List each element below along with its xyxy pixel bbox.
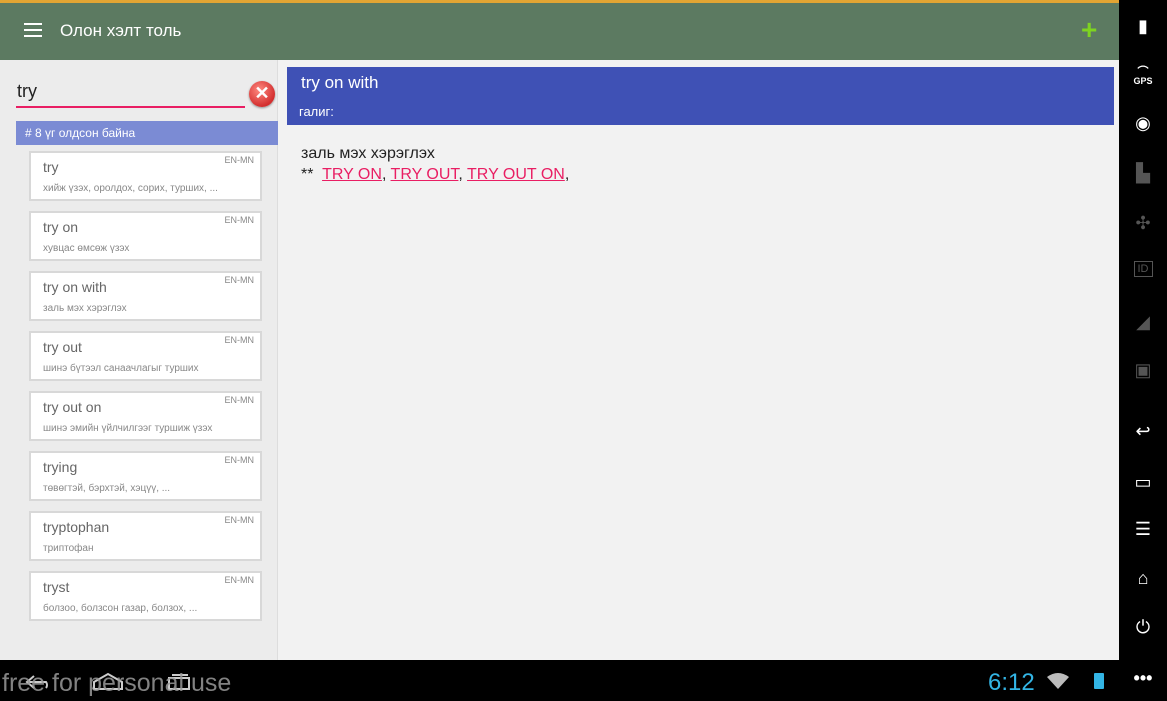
language-badge: EN-MN bbox=[224, 335, 255, 345]
gps-icon[interactable]: ⌒ GPS bbox=[1119, 67, 1167, 87]
list-item[interactable]: try out EN-MN шинэ бүтээл санаачлагыг ту… bbox=[29, 331, 262, 381]
battery-status-icon bbox=[1094, 673, 1104, 689]
word-definition: хувцас өмсөж үзэх bbox=[43, 243, 130, 254]
home-icon[interactable]: ⌂ bbox=[1119, 568, 1167, 589]
word-title: tryst bbox=[43, 579, 70, 595]
list-item[interactable]: tryst EN-MN болзоо, болзсон газар, болзо… bbox=[29, 571, 262, 621]
id-label: ID bbox=[1133, 261, 1153, 277]
language-badge: EN-MN bbox=[224, 575, 255, 585]
recent-icon[interactable]: ▭ bbox=[1119, 472, 1167, 493]
app-bar: Олон хэлт толь + bbox=[0, 3, 1119, 60]
result-count-banner: # 8 үг олдсон байна bbox=[16, 121, 278, 145]
word-definition: төвөгтэй, бэрхтэй, хэцүү, ... bbox=[43, 483, 171, 494]
detail-word-title: try on with bbox=[301, 73, 379, 92]
clock: 6:12 bbox=[988, 669, 1035, 696]
word-title: try bbox=[43, 159, 59, 175]
word-title: tryptophan bbox=[43, 519, 110, 535]
word-title: try on bbox=[43, 219, 79, 235]
more-icon[interactable]: ••• bbox=[1119, 668, 1167, 689]
language-badge: EN-MN bbox=[224, 215, 255, 225]
emulator-sidebar: ▮ ⌒ GPS ◉ ▙ ✣ ID ◢ ▣ ↩ ▭ ☰ ⌂ ⏻ ••• bbox=[1119, 0, 1167, 701]
battery-icon[interactable]: ▮ bbox=[1119, 16, 1167, 37]
app-title: Олон хэлт толь bbox=[60, 21, 182, 40]
watermark-text: free for personal use bbox=[2, 669, 232, 697]
word-definition: болзоо, болзсон газар, болзох, ... bbox=[43, 603, 198, 614]
webcam-icon[interactable]: ◉ bbox=[1119, 113, 1167, 134]
related-prefix: ** bbox=[301, 166, 314, 183]
word-definition: шинэ эмийн үйлчилгээг туршиж үзэх bbox=[43, 423, 213, 434]
related-link[interactable]: TRY ON bbox=[322, 166, 382, 183]
list-item[interactable]: try on with EN-MN заль мэх хэрэглэх bbox=[29, 271, 262, 321]
list-item[interactable]: try out on EN-MN шинэ эмийн үйлчилгээг т… bbox=[29, 391, 262, 441]
rss-icon[interactable]: ◢ bbox=[1119, 312, 1167, 333]
search-panel: ✕ # 8 үг олдсон байна try EN-MN хийж үзэ… bbox=[0, 60, 278, 660]
clear-search-icon[interactable]: ✕ bbox=[249, 81, 275, 107]
menu-button-icon[interactable]: ☰ bbox=[1119, 519, 1167, 540]
language-badge: EN-MN bbox=[224, 395, 255, 405]
clapboard-icon[interactable]: ▙ bbox=[1119, 163, 1167, 184]
gps-label: GPS bbox=[1133, 76, 1153, 86]
word-definition: триптофан bbox=[43, 543, 94, 554]
language-badge: EN-MN bbox=[224, 155, 255, 165]
list-item[interactable]: trying EN-MN төвөгтэй, бэрхтэй, хэцүү, .… bbox=[29, 451, 262, 501]
language-badge: EN-MN bbox=[224, 275, 255, 285]
id-icon[interactable]: ID bbox=[1119, 261, 1167, 277]
add-icon[interactable]: + bbox=[1081, 16, 1097, 44]
galig-label: галиг: bbox=[299, 104, 334, 119]
detail-header: try on with галиг: bbox=[287, 67, 1114, 125]
word-title: trying bbox=[43, 459, 78, 475]
dpad-icon[interactable]: ✣ bbox=[1119, 213, 1167, 234]
related-words: ** TRY ON, TRY OUT, TRY OUT ON, bbox=[301, 166, 570, 183]
search-box[interactable] bbox=[16, 76, 246, 112]
detail-definition: заль мэх хэрэглэх bbox=[301, 145, 435, 162]
wifi-icon bbox=[1047, 673, 1069, 689]
word-title: try on with bbox=[43, 279, 107, 295]
sms-icon[interactable]: ▣ bbox=[1119, 360, 1167, 381]
power-icon[interactable]: ⏻ bbox=[1119, 617, 1167, 638]
language-badge: EN-MN bbox=[224, 455, 255, 465]
list-item[interactable]: try on EN-MN хувцас өмсөж үзэх bbox=[29, 211, 262, 261]
menu-icon[interactable] bbox=[24, 23, 42, 37]
list-item[interactable]: try EN-MN хийж үзэх, оролдох, сорих, тур… bbox=[29, 151, 262, 201]
word-definition: заль мэх хэрэглэх bbox=[43, 303, 127, 314]
related-link[interactable]: TRY OUT ON bbox=[467, 166, 565, 183]
search-input[interactable] bbox=[16, 76, 245, 108]
back-icon[interactable]: ↩ bbox=[1119, 421, 1167, 442]
word-title: try out on bbox=[43, 399, 102, 415]
related-link[interactable]: TRY OUT bbox=[391, 166, 459, 183]
app-screen: Олон хэлт толь + ✕ # 8 үг олдсон байна t… bbox=[0, 0, 1119, 660]
word-title: try out bbox=[43, 339, 82, 355]
word-definition: хийж үзэх, оролдох, сорих, турших, ... bbox=[43, 183, 218, 194]
language-badge: EN-MN bbox=[224, 515, 255, 525]
word-definition: шинэ бүтээл санаачлагыг турших bbox=[43, 363, 199, 374]
list-item[interactable]: tryptophan EN-MN триптофан bbox=[29, 511, 262, 561]
